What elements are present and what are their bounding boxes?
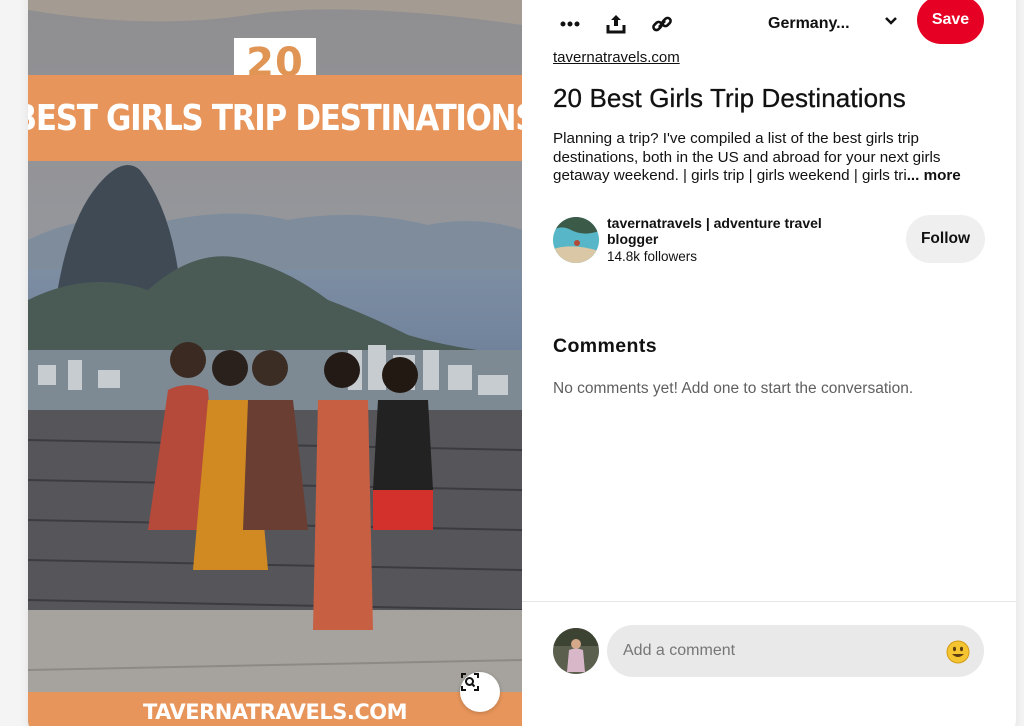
image-headline: BEST GIRLS TRIP DESTINATIONS bbox=[28, 97, 522, 139]
image-footer-bar: TAVERNATRAVELS.COM bbox=[28, 692, 522, 726]
visual-search-icon bbox=[461, 673, 479, 691]
pin-image[interactable]: 20 BEST GIRLS TRIP DESTINATIONS TAVERNAT… bbox=[28, 0, 522, 726]
creator-avatar[interactable] bbox=[553, 217, 599, 263]
copy-link-button[interactable] bbox=[642, 4, 682, 44]
share-icon bbox=[606, 15, 626, 34]
comments-heading: Comments bbox=[553, 335, 657, 357]
follow-button[interactable]: Follow bbox=[906, 215, 985, 263]
comment-input[interactable] bbox=[607, 625, 984, 677]
chevron-down-icon bbox=[885, 17, 897, 25]
board-name: Germany... bbox=[768, 15, 850, 32]
user-avatar-image bbox=[553, 628, 599, 674]
more-link[interactable]: ... more bbox=[907, 167, 961, 184]
pin-title: 20 Best Girls Trip Destinations bbox=[553, 83, 906, 113]
visual-search-button[interactable] bbox=[460, 672, 500, 712]
creator-name[interactable]: tavernatravels | adventure travel blogge… bbox=[607, 215, 837, 247]
creator-avatar-image bbox=[553, 217, 599, 263]
pin-description: Planning a trip? I've compiled a list of… bbox=[553, 130, 993, 186]
smiley-icon bbox=[946, 640, 970, 664]
share-button[interactable] bbox=[596, 4, 636, 44]
user-avatar[interactable] bbox=[553, 628, 599, 674]
ellipsis-icon bbox=[560, 21, 580, 27]
source-link[interactable]: tavernatravels.com bbox=[553, 49, 680, 66]
pin-closeup-card: 20 BEST GIRLS TRIP DESTINATIONS TAVERNAT… bbox=[28, 0, 1016, 726]
no-comments-message: No comments yet! Add one to start the co… bbox=[553, 380, 914, 397]
board-selector[interactable]: Germany... bbox=[768, 9, 908, 39]
page: 20 BEST GIRLS TRIP DESTINATIONS TAVERNAT… bbox=[0, 0, 1024, 726]
emoji-button[interactable] bbox=[946, 640, 970, 664]
link-icon bbox=[652, 16, 672, 32]
description-text: Planning a trip? I've compiled a list of… bbox=[553, 130, 941, 184]
divider bbox=[522, 601, 1016, 602]
pin-details-panel: Germany... Save tavernatravels.com 20 Be… bbox=[522, 0, 1016, 726]
image-headline-banner: BEST GIRLS TRIP DESTINATIONS bbox=[28, 75, 522, 161]
creator-row: tavernatravels | adventure travel blogge… bbox=[553, 215, 993, 265]
image-footer-text: TAVERNATRAVELS.COM bbox=[142, 700, 408, 724]
more-options-button[interactable] bbox=[550, 4, 590, 44]
save-button[interactable]: Save bbox=[917, 0, 984, 44]
follower-count: 14.8k followers bbox=[607, 249, 698, 264]
